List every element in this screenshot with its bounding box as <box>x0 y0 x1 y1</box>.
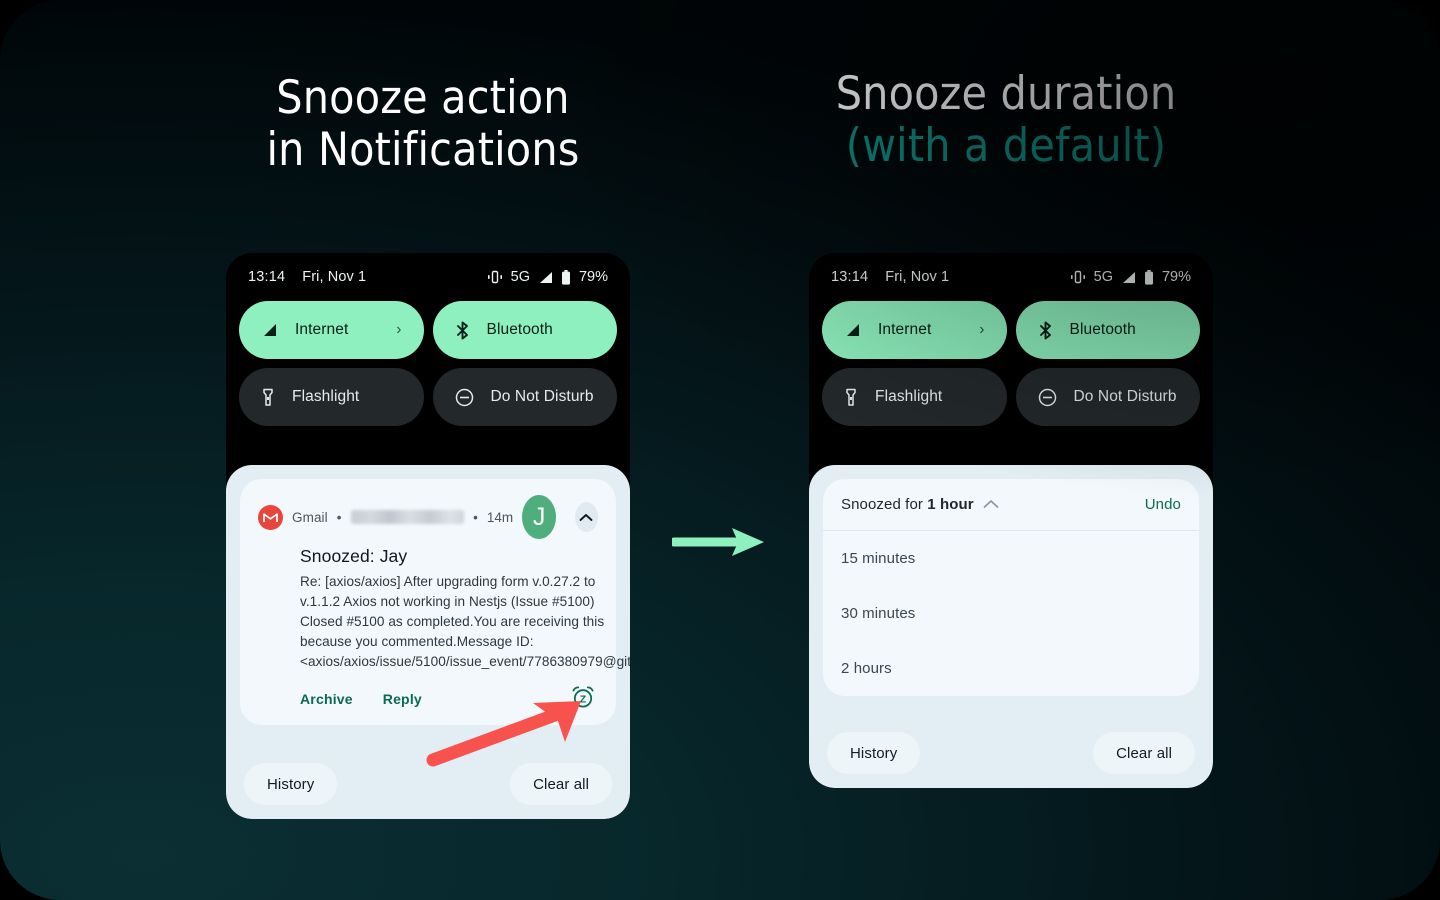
qs-tile-internet[interactable]: Internet › <box>239 301 424 359</box>
snooze-duration-panel: Snoozed for 1 hour Undo 15 minutes 30 mi… <box>823 479 1199 696</box>
snooze-option-30-minutes[interactable]: 30 minutes <box>823 586 1199 641</box>
shade-buttons-left: History Clear all <box>226 763 630 805</box>
qs-tile-bluetooth-label: Bluetooth <box>1069 321 1136 338</box>
right-heading-line1: Snooze duration <box>835 66 1177 120</box>
notification-age: 14m <box>486 509 514 525</box>
do-not-disturb-icon <box>455 388 473 406</box>
quick-settings-right: Internet › Bluetooth Flashlight Do Not D… <box>809 301 1213 426</box>
battery-icon <box>561 269 570 285</box>
archive-button[interactable]: Archive <box>300 691 353 707</box>
shade-buttons-right: History Clear all <box>809 732 1213 774</box>
qs-tile-flashlight[interactable]: Flashlight <box>239 368 424 426</box>
qs-tile-bluetooth-label: Bluetooth <box>486 321 553 338</box>
qs-tile-do-not-disturb[interactable]: Do Not Disturb <box>1015 368 1200 426</box>
clear-all-button[interactable]: Clear all <box>1093 732 1195 774</box>
do-not-disturb-icon <box>1038 388 1056 406</box>
status-time: 13:14 <box>831 269 869 285</box>
chevron-right-icon[interactable]: › <box>979 321 984 339</box>
snooze-header-prefix: Snoozed for <box>841 496 928 513</box>
snooze-option-2-hours[interactable]: 2 hours <box>823 641 1199 696</box>
separator-dot-2: • <box>473 509 478 525</box>
phone-right: 13:14 Fri, Nov 1 5G 79% Internet › Bluet… <box>809 253 1213 788</box>
qs-tile-internet-label: Internet <box>878 321 932 338</box>
qs-tile-flashlight[interactable]: Flashlight <box>822 368 1007 426</box>
notification-body: Re: [axios/axios] After upgrading form v… <box>300 574 630 669</box>
vibrate-icon <box>1070 270 1085 284</box>
chevron-right-icon[interactable]: › <box>396 321 401 339</box>
gmail-icon <box>258 504 283 530</box>
status-date: Fri, Nov 1 <box>885 269 950 285</box>
bluetooth-icon <box>1039 321 1051 339</box>
collapse-chevron-icon[interactable] <box>574 502 599 532</box>
status-date: Fri, Nov 1 <box>302 269 367 285</box>
status-network: 5G <box>1093 269 1113 285</box>
chevron-up-icon[interactable] <box>983 496 999 514</box>
poster-canvas: Snooze action in Notifications Snooze du… <box>0 0 1440 900</box>
history-button[interactable]: History <box>827 732 921 774</box>
signal-triangle-icon <box>264 323 276 336</box>
qs-tile-flashlight-label: Flashlight <box>292 388 360 405</box>
status-network: 5G <box>510 269 530 285</box>
qs-tile-do-not-disturb[interactable]: Do Not Disturb <box>432 368 617 426</box>
bluetooth-icon <box>456 321 468 339</box>
notification-card[interactable]: Gmail • • 14m J Snoozed: Jay Re: [axios/… <box>240 479 630 725</box>
right-heading: Snooze duration (with a default) <box>760 66 1252 172</box>
snooze-header-value: 1 hour <box>927 496 974 513</box>
status-battery: 79% <box>1161 269 1191 285</box>
callout-arrow-to-snooze <box>426 701 581 767</box>
left-heading-line2: in Notifications <box>266 121 580 176</box>
separator-dot-1: • <box>336 509 342 525</box>
qs-tile-bluetooth[interactable]: Bluetooth <box>432 301 617 359</box>
redacted-sender <box>350 510 465 524</box>
left-heading: Snooze action in Notifications <box>180 70 666 176</box>
status-bar-right: 13:14 Fri, Nov 1 5G 79% <box>809 253 1213 301</box>
battery-icon <box>1144 269 1153 285</box>
vibrate-icon <box>487 270 502 284</box>
signal-icon <box>539 271 552 283</box>
status-battery: 79% <box>578 269 608 285</box>
avatar: J <box>522 495 556 539</box>
left-heading-line1: Snooze action <box>276 70 570 124</box>
snooze-option-15-minutes[interactable]: 15 minutes <box>823 531 1199 586</box>
qs-tile-internet-label: Internet <box>295 321 349 338</box>
right-heading-line2: (with a default) <box>845 117 1167 172</box>
undo-button[interactable]: Undo <box>1145 496 1181 513</box>
signal-triangle-icon <box>847 323 859 336</box>
flashlight-icon <box>263 388 273 406</box>
qs-tile-internet[interactable]: Internet › <box>822 301 1007 359</box>
qs-tile-bluetooth[interactable]: Bluetooth <box>1015 301 1200 359</box>
notification-title: Snoozed: Jay <box>300 546 408 566</box>
history-button[interactable]: History <box>244 763 338 805</box>
notification-source: Gmail <box>292 509 328 525</box>
signal-icon <box>1122 271 1135 283</box>
qs-tile-dnd-label: Do Not Disturb <box>490 388 594 405</box>
clear-all-button[interactable]: Clear all <box>510 763 612 805</box>
qs-tile-dnd-label: Do Not Disturb <box>1073 388 1177 405</box>
reply-button[interactable]: Reply <box>383 691 422 707</box>
qs-tile-flashlight-label: Flashlight <box>875 388 943 405</box>
flow-arrow-right <box>672 528 764 556</box>
flashlight-icon <box>846 388 856 406</box>
status-time: 13:14 <box>248 269 286 285</box>
notification-shade-right: Snoozed for 1 hour Undo 15 minutes 30 mi… <box>809 465 1213 788</box>
quick-settings-left: Internet › Bluetooth Flashlight Do Not D… <box>226 301 630 426</box>
notification-header: Gmail • • 14m J <box>258 495 599 539</box>
status-bar-left: 13:14 Fri, Nov 1 5G 79% <box>226 253 630 301</box>
snooze-header[interactable]: Snoozed for 1 hour Undo <box>823 479 1199 531</box>
